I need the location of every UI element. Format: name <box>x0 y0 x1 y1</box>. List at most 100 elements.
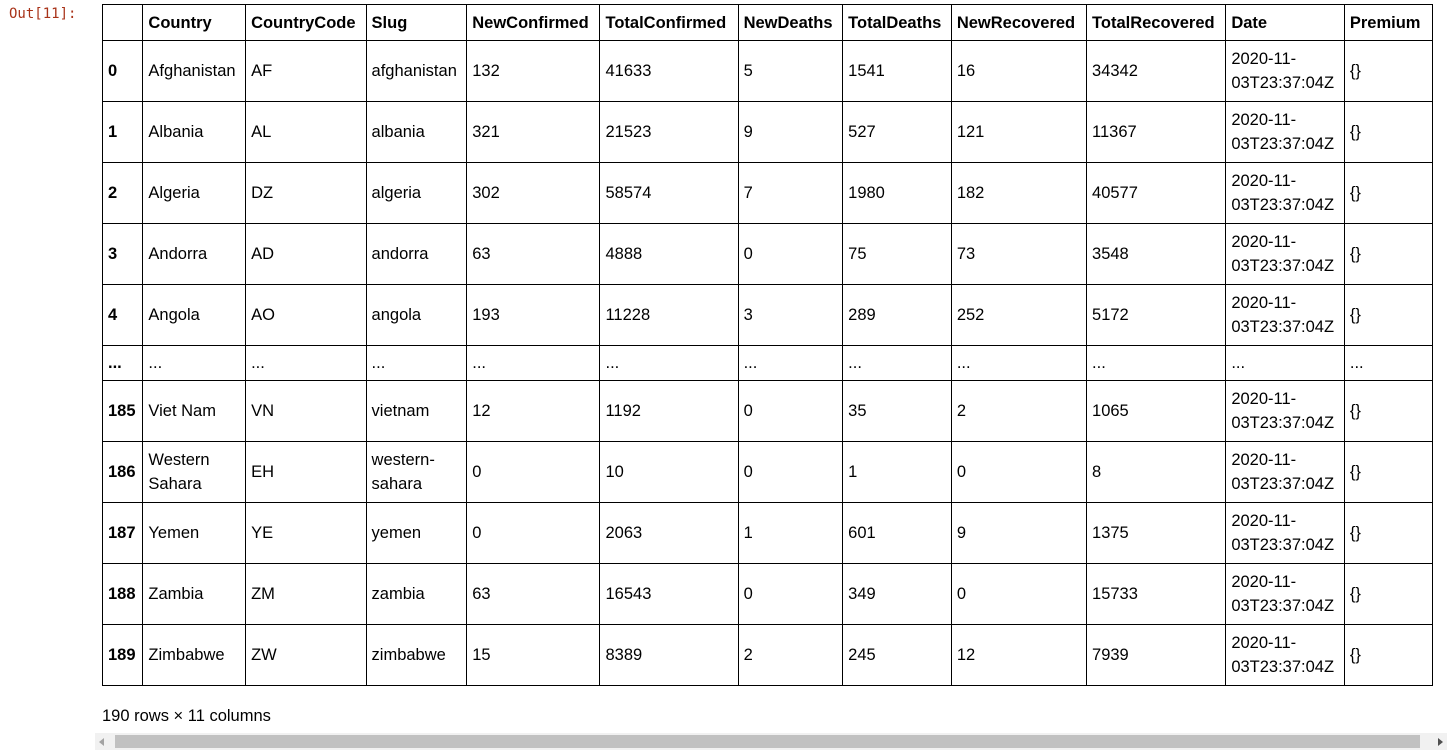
cell-date: 2020-11-03T23:37:04Z <box>1225 441 1345 503</box>
cell-totalconfirmed: 8389 <box>599 624 739 686</box>
cell-totalconfirmed: 58574 <box>599 162 739 224</box>
cell-newconfirmed: 12 <box>466 380 601 442</box>
cell-countrycode: AL <box>245 101 367 163</box>
table-row: 189 Zimbabwe ZW zimbabwe 15 8389 2 245 12 7939 202… <box>102 624 1433 686</box>
row-index: 185 <box>102 380 144 442</box>
cell-totaldeaths: 1541 <box>842 40 952 102</box>
cell-country: Viet Nam <box>142 380 247 442</box>
cell-date: 2020-11-03T23:37:04Z <box>1225 40 1345 102</box>
cell-date: ... <box>1225 345 1345 381</box>
cell-premium: {} <box>1343 284 1433 346</box>
table-row: 2 Algeria DZ algeria 302 58574 7 1980 182 40577 20… <box>102 162 1433 224</box>
cell-totalconfirmed: 41633 <box>599 40 739 102</box>
cell-newconfirmed: 132 <box>466 40 601 102</box>
cell-newconfirmed: 0 <box>466 441 601 503</box>
cell-countrycode: AO <box>245 284 367 346</box>
cell-totalrecovered: 11367 <box>1086 101 1227 163</box>
column-header-country: Country <box>142 4 247 41</box>
cell-newdeaths: 0 <box>737 380 844 442</box>
scrollbar-thumb[interactable] <box>115 735 1420 748</box>
cell-newdeaths: 2 <box>737 624 844 686</box>
cell-newdeaths: 3 <box>737 284 844 346</box>
cell-premium: {} <box>1343 502 1433 564</box>
cell-newrecovered: 0 <box>950 563 1088 625</box>
cell-slug: andorra <box>365 223 468 285</box>
cell-newdeaths: 5 <box>737 40 844 102</box>
row-index: 3 <box>102 223 144 285</box>
cell-totalconfirmed: 11228 <box>599 284 739 346</box>
cell-newrecovered: 16 <box>950 40 1088 102</box>
cell-premium: {} <box>1343 101 1433 163</box>
cell-date: 2020-11-03T23:37:04Z <box>1225 162 1345 224</box>
cell-totalconfirmed: 16543 <box>599 563 739 625</box>
column-header-newrecovered: NewRecovered <box>950 4 1088 41</box>
row-index: 187 <box>102 502 144 564</box>
cell-country: Afghanistan <box>142 40 247 102</box>
cell-countrycode: ZW <box>245 624 367 686</box>
scroll-left-arrow-icon[interactable] <box>99 738 104 746</box>
dataframe-table: Country CountryCode Slug NewConfirmed To… <box>102 4 1433 686</box>
cell-country: ... <box>142 345 247 381</box>
cell-totaldeaths: 245 <box>842 624 952 686</box>
cell-totalconfirmed: 21523 <box>599 101 739 163</box>
cell-totalrecovered: 34342 <box>1086 40 1227 102</box>
cell-totaldeaths: 601 <box>842 502 952 564</box>
column-header-premium: Premium <box>1343 4 1433 41</box>
cell-slug: yemen <box>365 502 468 564</box>
column-header-newdeaths: NewDeaths <box>737 4 844 41</box>
cell-slug: zimbabwe <box>365 624 468 686</box>
table-row: 185 Viet Nam VN vietnam 12 1192 0 35 2 1065 2020-1… <box>102 380 1433 442</box>
row-index: 186 <box>102 441 144 503</box>
cell-premium: {} <box>1343 223 1433 285</box>
cell-newdeaths: 1 <box>737 502 844 564</box>
cell-countrycode: YE <box>245 502 367 564</box>
cell-newconfirmed: 0 <box>466 502 601 564</box>
cell-newrecovered: 0 <box>950 441 1088 503</box>
cell-newdeaths: 0 <box>737 441 844 503</box>
cell-totaldeaths: 527 <box>842 101 952 163</box>
cell-country: Angola <box>142 284 247 346</box>
cell-newconfirmed: 63 <box>466 563 601 625</box>
table-row: 4 Angola AO angola 193 11228 3 289 252 5172 2020-1… <box>102 284 1433 346</box>
scroll-right-arrow-icon[interactable] <box>1438 738 1443 746</box>
cell-slug: vietnam <box>365 380 468 442</box>
row-index: ... <box>102 345 144 381</box>
cell-newdeaths: 0 <box>737 563 844 625</box>
cell-newrecovered: 2 <box>950 380 1088 442</box>
cell-slug: afghanistan <box>365 40 468 102</box>
cell-totalrecovered: ... <box>1086 345 1227 381</box>
cell-totalrecovered: 1065 <box>1086 380 1227 442</box>
cell-totaldeaths: 75 <box>842 223 952 285</box>
cell-premium: {} <box>1343 441 1433 503</box>
cell-date: 2020-11-03T23:37:04Z <box>1225 563 1345 625</box>
cell-countrycode: VN <box>245 380 367 442</box>
cell-newrecovered: 73 <box>950 223 1088 285</box>
column-header-totalrecovered: TotalRecovered <box>1086 4 1227 41</box>
cell-totalrecovered: 15733 <box>1086 563 1227 625</box>
cell-newconfirmed: 15 <box>466 624 601 686</box>
cell-newconfirmed: 302 <box>466 162 601 224</box>
cell-newrecovered: 121 <box>950 101 1088 163</box>
horizontal-scrollbar[interactable] <box>95 733 1447 750</box>
cell-country: Algeria <box>142 162 247 224</box>
cell-countrycode: DZ <box>245 162 367 224</box>
cell-newdeaths: 9 <box>737 101 844 163</box>
table-row: 188 Zambia ZM zambia 63 16543 0 349 0 15733 2020-1… <box>102 563 1433 625</box>
cell-countrycode: ZM <box>245 563 367 625</box>
column-header-date: Date <box>1225 4 1345 41</box>
cell-date: 2020-11-03T23:37:04Z <box>1225 624 1345 686</box>
column-header-index <box>102 4 144 41</box>
row-index: 2 <box>102 162 144 224</box>
cell-countrycode: EH <box>245 441 367 503</box>
cell-premium: {} <box>1343 624 1433 686</box>
column-header-totaldeaths: TotalDeaths <box>842 4 952 41</box>
cell-slug: ... <box>365 345 468 381</box>
cell-totalrecovered: 3548 <box>1086 223 1227 285</box>
row-index: 189 <box>102 624 144 686</box>
cell-slug: albania <box>365 101 468 163</box>
cell-countrycode: AF <box>245 40 367 102</box>
table-row: 187 Yemen YE yemen 0 2063 1 601 9 1375 2020-11-03T… <box>102 502 1433 564</box>
cell-totalrecovered: 1375 <box>1086 502 1227 564</box>
cell-country: Zimbabwe <box>142 624 247 686</box>
dataframe-shape-summary: 190 rows × 11 columns <box>102 707 271 725</box>
